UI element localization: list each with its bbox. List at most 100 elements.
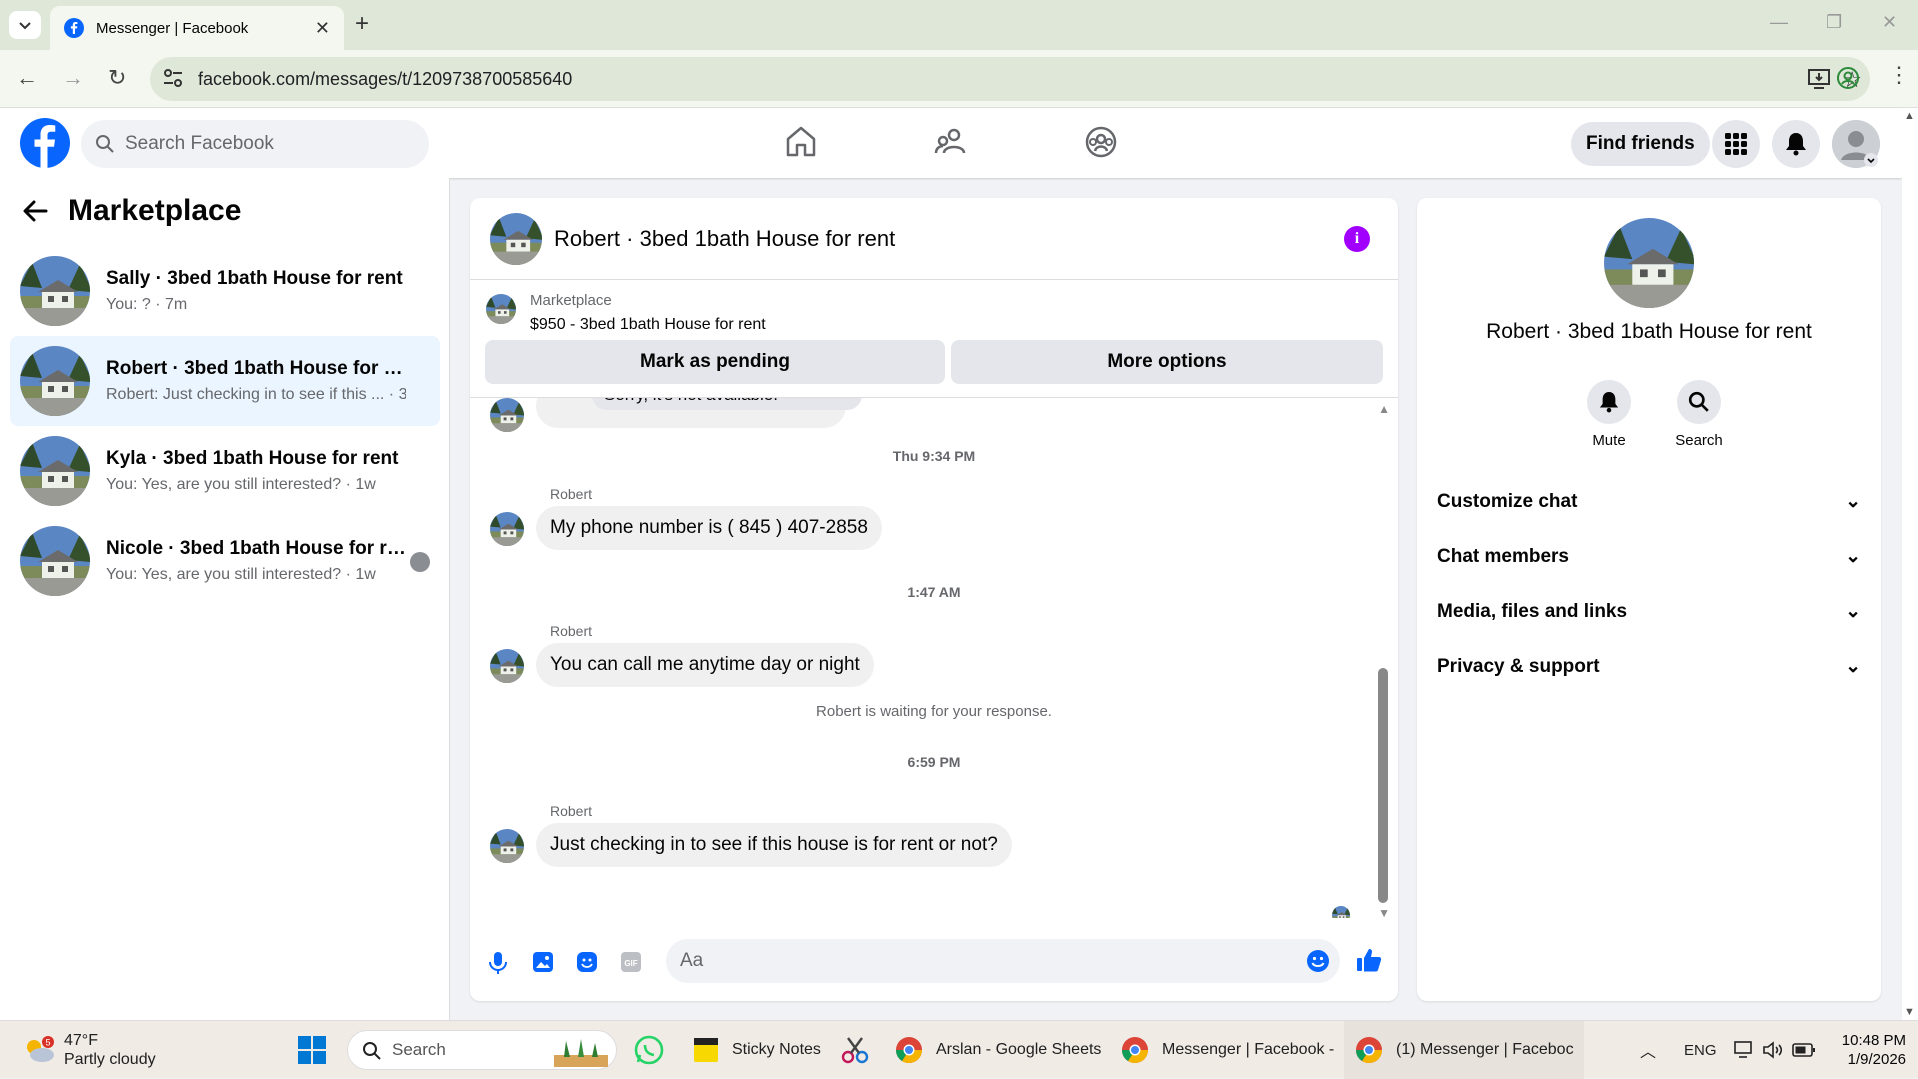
profile-icon[interactable] xyxy=(1836,66,1860,90)
message-composer: GIF Aa xyxy=(470,933,1398,993)
weather-desc: Partly cloudy xyxy=(64,1051,156,1068)
timestamp: Thu 9:34 PM xyxy=(892,448,976,464)
conversation-item[interactable]: Sally · 3bed 1bath House for rent You: ? … xyxy=(10,246,440,336)
tray-overflow-chevron-icon[interactable]: ︿ xyxy=(1640,1021,1656,1079)
install-app-icon[interactable] xyxy=(1808,69,1830,89)
friends-icon[interactable] xyxy=(934,125,968,159)
tab-search-button[interactable] xyxy=(9,11,41,39)
privacy-support-row[interactable]: Privacy & support ⌄ xyxy=(1437,655,1861,678)
sticky-notes-icon xyxy=(694,1038,718,1062)
sender-name: Robert xyxy=(550,803,593,819)
taskbar-search[interactable]: Search xyxy=(347,1030,617,1070)
windows-start-icon[interactable] xyxy=(298,1036,326,1064)
browser-menu-icon[interactable]: ⋮ xyxy=(1888,62,1910,88)
page-scrollbar[interactable]: ▲ ▼ xyxy=(1902,108,1918,1020)
sticker-icon[interactable] xyxy=(576,951,598,973)
chat-avatar[interactable] xyxy=(490,213,542,265)
whatsapp-icon[interactable] xyxy=(634,1035,664,1065)
mute-action[interactable]: Mute xyxy=(1569,380,1649,449)
facebook-favicon-icon xyxy=(64,18,84,38)
notifications-button[interactable] xyxy=(1772,120,1820,168)
account-avatar[interactable] xyxy=(1832,120,1880,168)
emoji-icon[interactable] xyxy=(1306,949,1330,973)
conversation-item-active[interactable]: Robert · 3bed 1bath House for rent Robert… xyxy=(10,336,440,426)
groups-icon[interactable] xyxy=(1084,125,1118,159)
conversation-snippet: You: Yes, are you still interested? · 1w xyxy=(106,566,376,583)
chrome-icon xyxy=(1355,1037,1383,1064)
app-label: (1) Messenger | Faceboc xyxy=(1396,1041,1574,1058)
photo-icon[interactable] xyxy=(532,951,554,973)
facebook-logo-icon[interactable] xyxy=(20,118,70,168)
chat-header: Robert · 3bed 1bath House for rent i xyxy=(470,198,1398,280)
details-avatar[interactable] xyxy=(1604,218,1694,308)
reload-button[interactable]: ↻ xyxy=(108,64,126,92)
network-icon[interactable] xyxy=(1734,1041,1756,1059)
seen-avatar xyxy=(410,552,430,572)
close-tab-icon[interactable]: ✕ xyxy=(315,18,330,39)
gif-icon[interactable]: GIF xyxy=(620,951,642,973)
restore-button[interactable]: ❐ xyxy=(1826,12,1842,33)
microphone-icon[interactable] xyxy=(488,951,508,975)
facebook-search-input[interactable]: Search Facebook xyxy=(81,120,429,168)
scroll-down-arrow-icon[interactable]: ▼ xyxy=(1904,1006,1915,1018)
media-files-links-row[interactable]: Media, files and links ⌄ xyxy=(1437,600,1861,623)
back-arrow-icon[interactable] xyxy=(22,200,48,222)
listing-avatar xyxy=(20,346,90,416)
back-button[interactable]: ← xyxy=(16,64,38,92)
taskbar-search-label: Search xyxy=(392,1040,446,1059)
new-tab-button[interactable]: + xyxy=(355,12,369,36)
taskbar-app-sticky-notes[interactable]: Sticky Notes xyxy=(692,1021,821,1079)
listing-title[interactable]: $950 - 3bed 1bath House for rent xyxy=(530,316,766,334)
menu-grid-button[interactable] xyxy=(1712,120,1760,168)
info-icon[interactable]: i xyxy=(1344,226,1370,252)
conversation-item[interactable]: Kyla · 3bed 1bath House for rent You: Yes… xyxy=(10,426,440,516)
scroll-up-arrow-icon[interactable]: ▲ xyxy=(1904,110,1915,122)
taskbar-app-google-sheets[interactable]: Arslan - Google Sheets xyxy=(894,1021,1101,1079)
message-bubble[interactable]: Just checking in to see if this house is… xyxy=(536,823,1012,867)
find-friends-button[interactable]: Find friends xyxy=(1571,122,1710,166)
chat-title[interactable]: Robert · 3bed 1bath House for rent xyxy=(554,226,895,252)
volume-icon[interactable] xyxy=(1762,1041,1784,1059)
close-window-button[interactable]: ✕ xyxy=(1882,12,1897,33)
scroll-down-arrow-icon[interactable]: ▼ xyxy=(1378,906,1390,918)
conversation-snippet: You: Yes, are you still interested? · 1w xyxy=(106,476,376,493)
search-action[interactable]: Search xyxy=(1659,380,1739,449)
message-list[interactable]: Sorry, it's not available. Thu 9:34 PM R… xyxy=(470,398,1398,918)
battery-icon[interactable] xyxy=(1792,1042,1816,1058)
listing-thumbnail[interactable] xyxy=(486,294,516,324)
timestamp: 6:59 PM xyxy=(907,754,961,770)
message-bubble[interactable]: My phone number is ( 845 ) 407-2858 xyxy=(536,506,882,550)
chevron-down-icon: ⌄ xyxy=(1845,491,1861,512)
conversation-name: Kyla · 3bed 1bath House for rent xyxy=(106,448,399,469)
conversation-name: Robert · 3bed 1bath House for rent xyxy=(106,358,406,379)
weather-widget[interactable]: 5 47°F Partly cloudy xyxy=(22,1021,156,1079)
waiting-note: Robert is waiting for your response. xyxy=(816,703,1052,720)
message-bubble[interactable]: You can call me anytime day or night xyxy=(536,643,874,687)
address-bar[interactable]: facebook.com/messages/t/1209738700585640… xyxy=(150,57,1870,101)
browser-tab[interactable]: Messenger | Facebook ✕ xyxy=(50,6,344,50)
clock[interactable]: 10:48 PM 1/9/2026 xyxy=(1834,1031,1906,1069)
conversation-item[interactable]: Nicole · 3bed 1bath House for re... You: … xyxy=(10,516,440,606)
chat-scrollbar-thumb[interactable] xyxy=(1378,668,1388,903)
mark-as-pending-button[interactable]: Mark as pending xyxy=(485,340,945,384)
like-thumb-icon[interactable] xyxy=(1356,947,1382,973)
scroll-up-arrow-icon[interactable]: ▲ xyxy=(1378,402,1390,416)
taskbar-app-messenger-active[interactable]: (1) Messenger | Faceboc xyxy=(1344,1021,1584,1079)
url-text: facebook.com/messages/t/1209738700585640 xyxy=(198,68,573,89)
taskbar-app-messenger[interactable]: Messenger | Facebook - xyxy=(1120,1021,1334,1079)
forward-button[interactable]: → xyxy=(62,64,84,92)
language-indicator[interactable]: ENG xyxy=(1684,1021,1717,1079)
message-input[interactable]: Aa xyxy=(666,939,1340,983)
listing-avatar xyxy=(20,436,90,506)
customize-chat-row[interactable]: Customize chat ⌄ xyxy=(1437,490,1861,513)
minimize-button[interactable]: — xyxy=(1770,12,1788,33)
home-icon[interactable] xyxy=(785,125,817,159)
snipping-tool-icon[interactable] xyxy=(840,1035,870,1065)
section-label: Chat members xyxy=(1437,545,1569,567)
sender-avatar xyxy=(490,398,524,432)
weather-temp: 47°F xyxy=(64,1032,98,1049)
chat-members-row[interactable]: Chat members ⌄ xyxy=(1437,545,1861,568)
more-options-button[interactable]: More options xyxy=(951,340,1383,384)
site-info-icon[interactable] xyxy=(162,67,184,89)
grid-icon xyxy=(1725,133,1747,155)
